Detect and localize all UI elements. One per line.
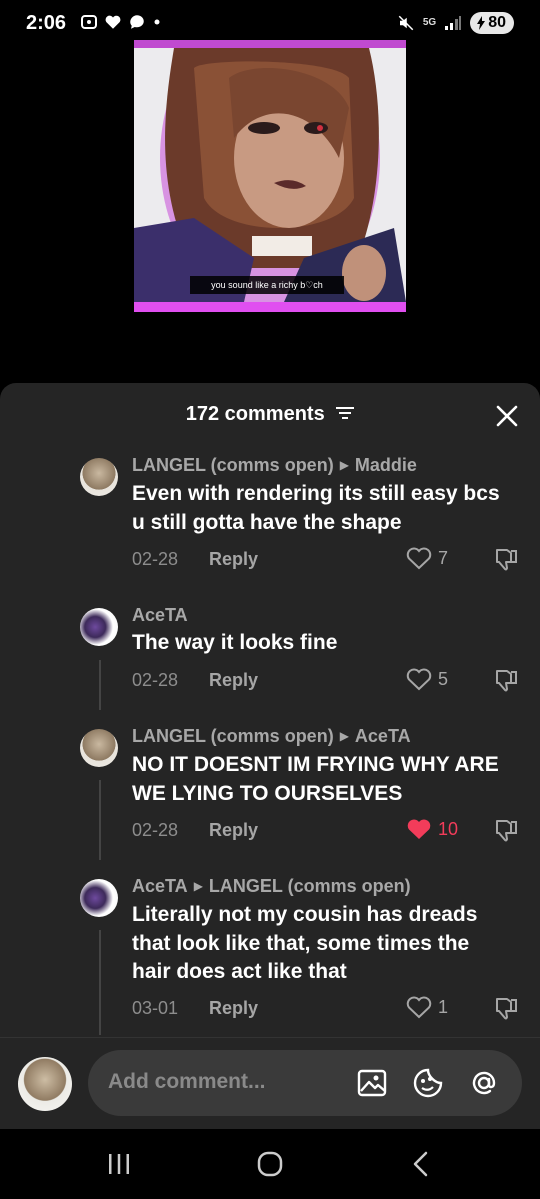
comment-text: The way it looks fine [132,631,338,654]
like-button[interactable]: 10 [406,817,458,841]
image-icon[interactable] [356,1067,388,1099]
like-button[interactable]: 1 [406,995,448,1019]
reply-arrow-icon: ▶ [339,458,349,472]
reply-arrow-icon: ▶ [339,729,349,743]
comment-text: Even with rendering its still easy bcs u… [132,482,500,534]
heart-outline-icon [406,668,432,691]
comment-author[interactable]: LANGEL (comms open) [132,726,334,746]
back-icon[interactable] [406,1149,436,1179]
sort-filter-button[interactable] [336,403,355,426]
comment-text: NO IT DOESNT IM FRYING WHY ARE WE LYING … [132,753,499,805]
comment-date: 02-28 [132,670,179,690]
like-button[interactable]: 7 [406,546,448,570]
dislike-icon[interactable] [494,546,520,572]
thread-line [99,930,101,1035]
like-count: 7 [438,547,449,568]
emoji-sticker-icon[interactable] [412,1067,444,1099]
comment-header: AceTA ▶ LANGEL (comms open) [132,876,411,897]
comment-header: LANGEL (comms open) ▶ Maddie [132,455,417,476]
heart-icon [105,15,121,29]
battery-indicator: 80 [470,12,514,34]
avatar[interactable] [80,879,118,917]
comment-header: AceTA [132,605,188,626]
thread-line [99,780,101,860]
reply-button[interactable]: Reply [209,998,258,1019]
reply-to-user[interactable]: Maddie [355,455,417,475]
avatar[interactable] [80,729,118,767]
like-count: 10 [438,818,459,839]
comment-text: Literally not my cousin has dreads that … [132,903,478,983]
comment-author[interactable]: LANGEL (comms open) [132,455,334,475]
mention-icon[interactable] [468,1067,500,1099]
comment-author[interactable]: AceTA [132,605,188,625]
video-player[interactable]: you sound like a richy b♡ch [134,40,406,312]
comments-count: 172 comments [185,403,325,425]
video-caption: you sound like a richy b♡ch [190,276,344,294]
comment-input-bar: Add comment... [0,1037,540,1129]
network-label: 5G [422,17,437,28]
signal-icon [445,16,462,30]
screenshot-icon [81,15,97,29]
comment-input[interactable]: Add comment... [88,1050,522,1116]
recent-apps-icon[interactable] [104,1149,134,1179]
reply-button[interactable]: Reply [209,820,258,841]
status-right: 5G 80 [397,12,514,34]
filter-icon [336,407,355,420]
like-count: 1 [438,996,449,1017]
dot-icon [154,19,160,25]
avatar[interactable] [80,458,118,496]
avatar[interactable] [80,608,118,646]
close-icon[interactable] [494,403,520,429]
chat-bubble-icon [130,15,144,29]
comment-date: 02-28 [132,820,179,840]
reply-to-user[interactable]: AceTA [355,726,411,746]
like-button[interactable]: 5 [406,667,448,691]
comment-author[interactable]: AceTA [132,876,188,896]
heart-outline-icon [406,547,432,570]
status-time: 2:06 [26,12,67,34]
reply-to-user[interactable]: LANGEL (comms open) [209,876,411,896]
dislike-icon[interactable] [494,817,520,843]
battery-level: 80 [488,14,506,31]
charging-icon [477,16,486,30]
comment-date: 03-01 [132,998,179,1018]
home-icon[interactable] [255,1149,285,1179]
my-avatar[interactable] [18,1057,72,1111]
dislike-icon[interactable] [494,667,520,693]
video-artwork [134,48,406,302]
comment-input-placeholder: Add comment... [108,1070,266,1093]
comment-header: LANGEL (comms open) ▶ AceTA [132,726,411,747]
notification-icons [80,13,162,31]
comment-date: 02-28 [132,549,179,569]
mute-icon [398,15,414,31]
reply-button[interactable]: Reply [209,549,258,570]
like-count: 5 [438,668,449,689]
dislike-icon[interactable] [494,995,520,1021]
reply-button[interactable]: Reply [209,670,258,691]
thread-line [99,660,101,710]
heart-outline-icon [406,996,432,1019]
reply-arrow-icon: ▶ [193,879,203,893]
comments-header: 172 comments [0,403,540,426]
heart-filled-icon [407,819,431,839]
system-nav-bar [0,1129,540,1199]
